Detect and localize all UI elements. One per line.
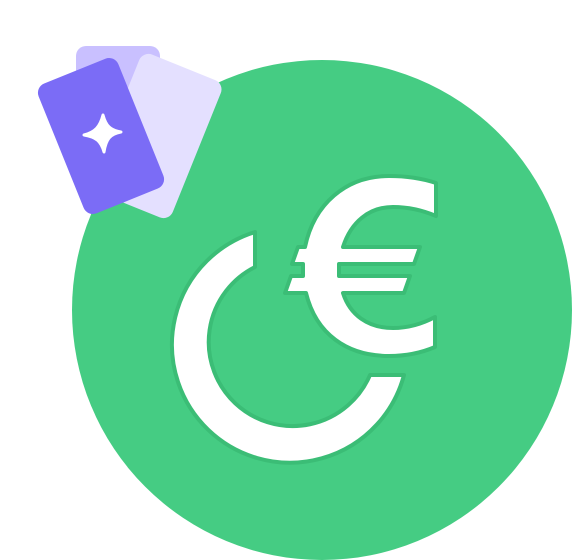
- euro-cashback-illustration: [37, 46, 572, 560]
